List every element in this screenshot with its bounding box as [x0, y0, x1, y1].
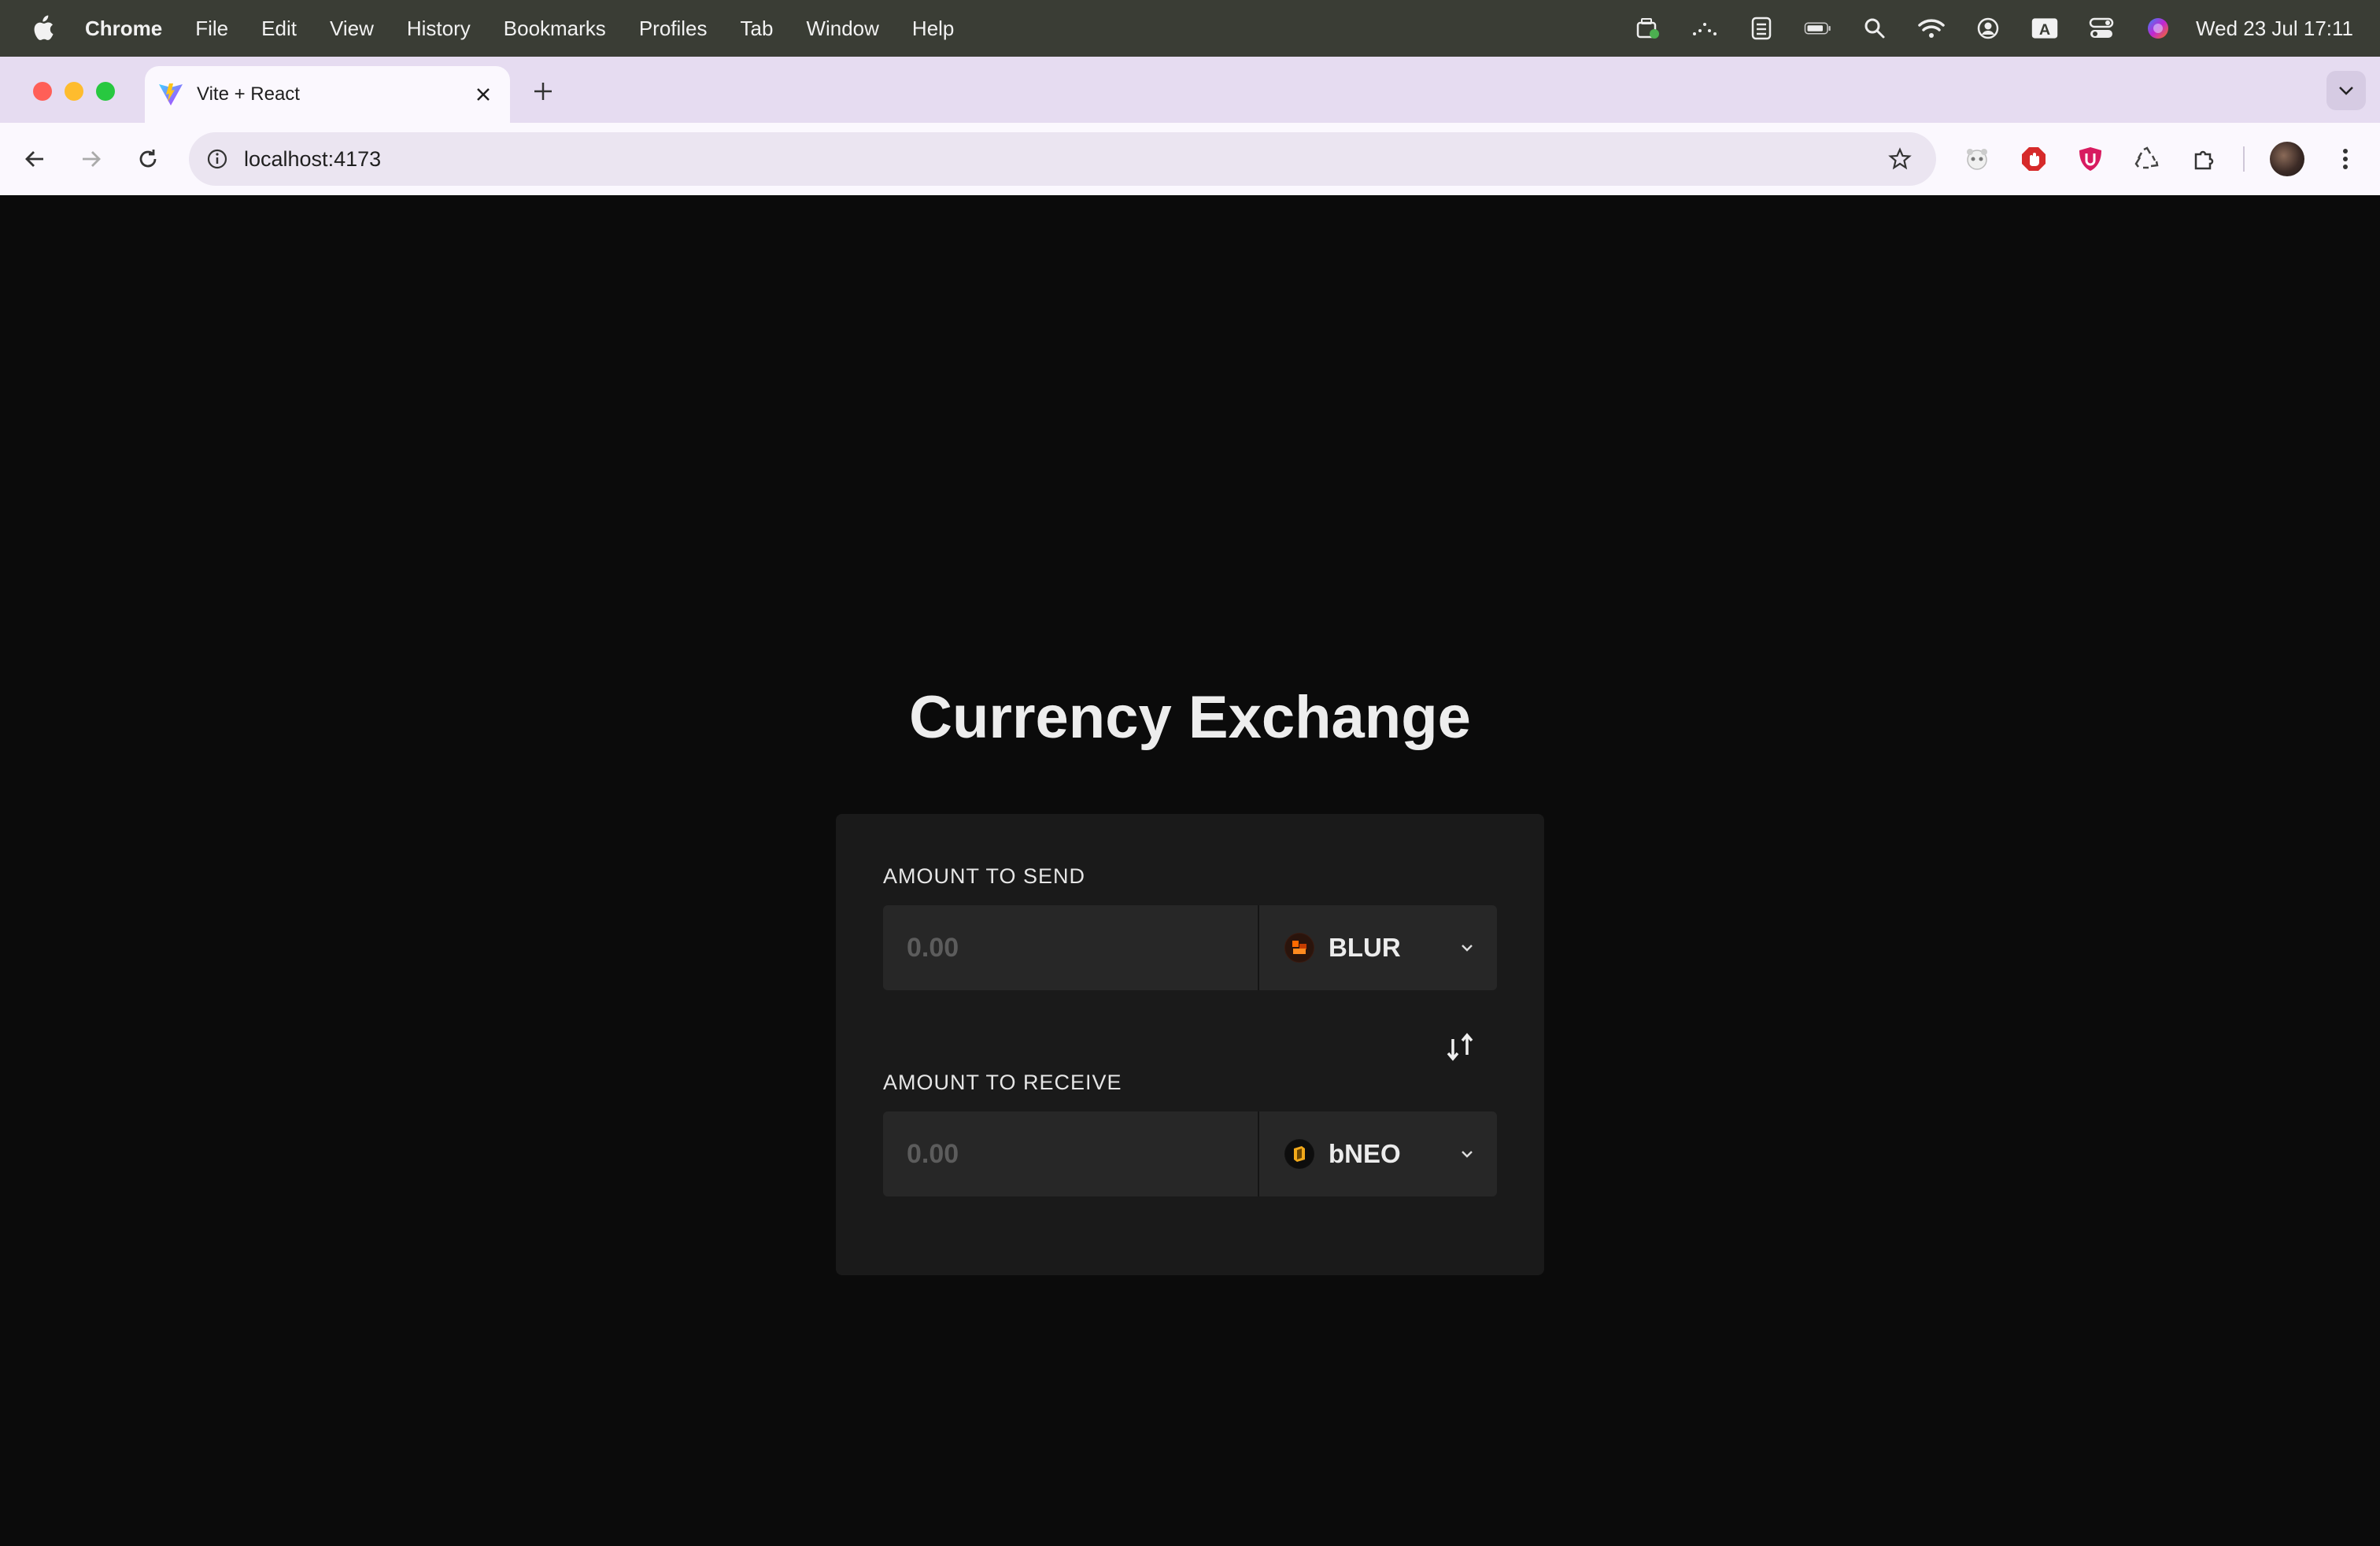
- menu-edit[interactable]: Edit: [261, 17, 297, 41]
- tab-title: Vite + React: [197, 83, 300, 105]
- close-window-button[interactable]: [33, 82, 52, 101]
- site-info-icon[interactable]: [201, 143, 233, 175]
- menu-tab[interactable]: Tab: [741, 17, 774, 41]
- receive-chevron-down-icon: [1462, 1151, 1473, 1158]
- menu-profiles[interactable]: Profiles: [639, 17, 708, 41]
- zoom-window-button[interactable]: [96, 82, 115, 101]
- menu-history[interactable]: History: [407, 17, 471, 41]
- new-tab-icon[interactable]: [527, 76, 559, 107]
- activity-icon[interactable]: [1691, 14, 1719, 43]
- menu-file[interactable]: File: [195, 17, 228, 41]
- page-title: Currency Exchange: [909, 684, 1471, 751]
- user-account-icon[interactable]: [1974, 14, 2002, 43]
- menu-view[interactable]: View: [330, 17, 374, 41]
- forward-arrow-icon[interactable]: [72, 140, 110, 178]
- send-amount-input[interactable]: [883, 905, 1258, 990]
- bneo-coin-icon: [1284, 1139, 1314, 1169]
- battery-icon[interactable]: [1804, 14, 1832, 43]
- spotlight-search-icon[interactable]: [1861, 14, 1889, 43]
- receive-currency-code: bNEO: [1329, 1139, 1401, 1168]
- extension-recycle-icon[interactable]: [2128, 140, 2166, 178]
- menu-bookmarks[interactable]: Bookmarks: [504, 17, 606, 41]
- page-viewport: Currency Exchange AMOUNT TO SEND BLUR AM…: [0, 195, 2380, 1546]
- menu-extra-icon[interactable]: [1747, 14, 1776, 43]
- svg-text:A: A: [2039, 21, 2050, 39]
- swap-currencies-icon[interactable]: [1440, 1026, 1481, 1067]
- menu-app-name[interactable]: Chrome: [85, 17, 162, 41]
- keyboard-input-icon[interactable]: A: [2031, 14, 2059, 43]
- blur-coin-icon: [1284, 933, 1314, 963]
- send-currency-code: BLUR: [1329, 933, 1401, 962]
- browser-tab[interactable]: Vite + React: [145, 66, 510, 123]
- menu-window[interactable]: Window: [806, 17, 878, 41]
- menu-help[interactable]: Help: [912, 17, 954, 41]
- receive-currency-select[interactable]: bNEO: [1259, 1111, 1497, 1196]
- receive-amount-input[interactable]: [883, 1111, 1258, 1196]
- url-text[interactable]: localhost:4173: [244, 147, 381, 172]
- kebab-menu-icon[interactable]: [2326, 140, 2364, 178]
- address-bar[interactable]: localhost:4173: [189, 132, 1936, 186]
- control-center-icon[interactable]: [2087, 14, 2116, 43]
- macos-menu-bar: Chrome File Edit View History Bookmarks …: [0, 0, 2380, 57]
- extensions-puzzle-icon[interactable]: [2185, 140, 2223, 178]
- extension-ublock-icon[interactable]: [2071, 140, 2109, 178]
- extension-adblock-icon[interactable]: [2015, 140, 2053, 178]
- menu-bar-clock[interactable]: Wed 23 Jul 17:11: [2196, 17, 2353, 41]
- reload-icon[interactable]: [129, 140, 167, 178]
- profile-avatar[interactable]: [2270, 142, 2304, 176]
- exchange-card: AMOUNT TO SEND BLUR AMOUNT TO RECEIVE: [836, 814, 1544, 1275]
- send-amount-label: AMOUNT TO SEND: [883, 864, 1086, 888]
- send-row: BLUR: [883, 905, 1497, 990]
- bookmark-star-icon[interactable]: [1884, 143, 1916, 175]
- extension-panda-icon[interactable]: [1958, 140, 1996, 178]
- send-currency-select[interactable]: BLUR: [1259, 905, 1497, 990]
- receive-row: bNEO: [883, 1111, 1497, 1196]
- tab-search-chevron-down-icon[interactable]: [2326, 71, 2366, 110]
- app-status-icon[interactable]: [1634, 14, 1662, 43]
- minimize-window-button[interactable]: [65, 82, 83, 101]
- close-tab-icon[interactable]: [471, 82, 496, 107]
- receive-amount-label: AMOUNT TO RECEIVE: [883, 1071, 1122, 1094]
- window-controls: [33, 82, 128, 101]
- siri-icon[interactable]: [2144, 14, 2172, 43]
- apple-menu-icon[interactable]: [0, 15, 85, 42]
- vite-favicon-icon: [159, 83, 183, 105]
- send-chevron-down-icon: [1462, 945, 1473, 952]
- browser-toolbar: localhost:4173: [0, 123, 2380, 195]
- browser-tab-strip: Vite + React: [0, 57, 2380, 123]
- back-arrow-icon[interactable]: [16, 140, 54, 178]
- toolbar-divider: [2243, 146, 2245, 172]
- wifi-icon[interactable]: [1917, 14, 1946, 43]
